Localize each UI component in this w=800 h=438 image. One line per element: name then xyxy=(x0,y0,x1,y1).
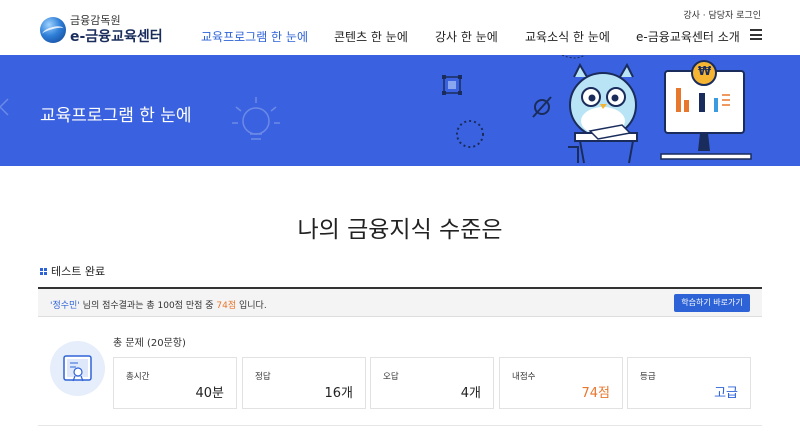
go-to-learning-button[interactable]: 학습하기 바로가기 xyxy=(674,294,750,312)
section-divider xyxy=(38,425,762,426)
hamburger-menu-icon[interactable] xyxy=(750,29,762,40)
page-title: 나의 금융지식 수준은 xyxy=(297,217,503,243)
site-header: 금융감독원 e-금융교육센터 강사 · 담당자 로그인 교육프로그램 한 눈에 … xyxy=(0,0,800,55)
lightbulb-icon xyxy=(232,97,280,140)
page-banner: 교육프로그램 한 눈에 xyxy=(0,55,800,166)
stat-card-wrong: 오답 4개 xyxy=(370,357,494,409)
certificate-badge xyxy=(50,341,105,396)
result-text-a: 님의 점수결과는 총 100점 만점 중 xyxy=(82,301,214,311)
result-text-b: 입니다. xyxy=(239,301,267,311)
certificate-icon xyxy=(63,355,92,382)
nav-about[interactable]: e-금융교육센터 소개 xyxy=(636,28,740,45)
stat-card-score: 내점수 74점 xyxy=(499,357,623,409)
stat-card-correct: 정답 16개 xyxy=(242,357,366,409)
dotted-circle-icon xyxy=(456,120,484,148)
result-score: 74점 xyxy=(216,301,237,311)
main-nav: 교육프로그램 한 눈에 콘텐츠 한 눈에 강사 한 눈에 교육소식 한 눈에 e… xyxy=(0,28,800,46)
banner-title: 교육프로그램 한 눈에 xyxy=(40,106,192,126)
stat-label: 오답 xyxy=(383,372,399,382)
frame-icon xyxy=(442,75,462,95)
result-summary-bar: '정수민' 님의 점수결과는 총 100점 만점 중 74점 입니다. 학습하기… xyxy=(38,287,762,317)
won-coin-label: ₩ xyxy=(698,64,712,78)
owl-character-illustration xyxy=(561,55,638,164)
stat-value: 40분 xyxy=(195,386,224,401)
nav-news[interactable]: 교육소식 한 눈에 xyxy=(525,28,610,45)
section-label: 테스트 완료 xyxy=(40,263,105,279)
grid-bullet-icon xyxy=(40,267,47,275)
nav-program[interactable]: 교육프로그램 한 눈에 xyxy=(201,28,308,45)
section-label-text: 테스트 완료 xyxy=(51,265,106,278)
stat-label: 내점수 xyxy=(512,372,536,382)
user-name: '정수민' xyxy=(50,301,80,311)
stat-label: 등급 xyxy=(640,372,656,382)
nav-instructor[interactable]: 강사 한 눈에 xyxy=(435,28,498,45)
slashed-circle-icon xyxy=(532,96,552,118)
stat-value: 74점 xyxy=(581,386,610,401)
instructor-login-link[interactable]: 강사 · 담당자 로그인 xyxy=(683,8,761,21)
stat-value: 16개 xyxy=(324,386,353,401)
total-questions-label: 총 문제 (20문항) xyxy=(113,338,186,349)
stat-card-grade: 등급 고급 xyxy=(627,357,751,409)
result-summary-text: '정수민' 님의 점수결과는 총 100점 만점 중 74점 입니다. xyxy=(50,298,267,311)
stat-card-time: 총시간 40분 xyxy=(113,357,237,409)
stat-value: 4개 xyxy=(460,386,481,401)
nav-contents[interactable]: 콘텐츠 한 눈에 xyxy=(334,28,408,45)
chevron-left-icon xyxy=(0,98,9,116)
stat-label: 정답 xyxy=(255,372,271,382)
stat-label: 총시간 xyxy=(126,372,150,382)
stat-value: 고급 xyxy=(714,386,738,401)
